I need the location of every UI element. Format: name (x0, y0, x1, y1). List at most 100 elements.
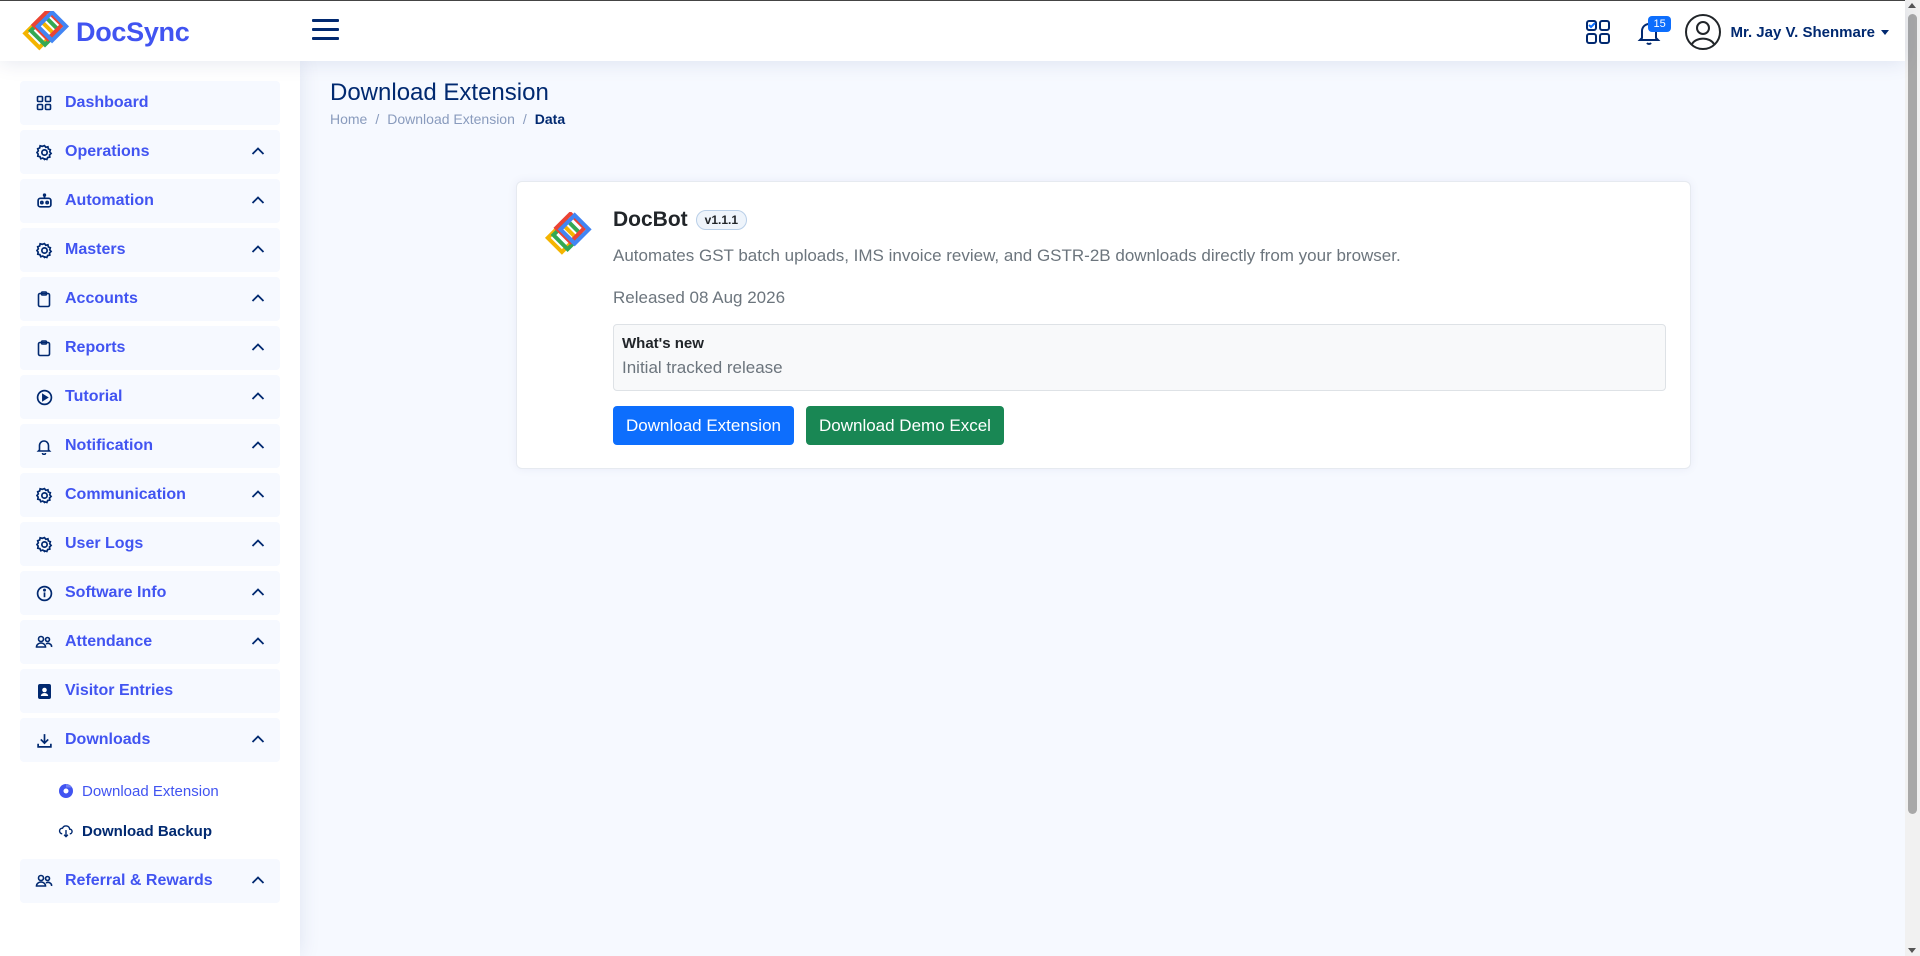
gear-icon (35, 143, 53, 161)
whats-new-box: What's new Initial tracked release (613, 324, 1666, 391)
chevron-up-icon (251, 147, 265, 155)
sidebar-item-label: Software Info (65, 584, 167, 601)
submenu-item-download-backup[interactable]: Download Backup (20, 811, 280, 851)
chevron-up-icon (251, 343, 265, 351)
gear-icon (35, 486, 53, 504)
chevron-up-icon (251, 539, 265, 547)
user-name: Mr. Jay V. Shenmare (1730, 23, 1875, 41)
sidebar-item-dashboard[interactable]: Dashboard (20, 81, 280, 125)
submenu-item-label: Download Backup (82, 822, 213, 840)
scroll-down-arrow-icon[interactable] (1908, 948, 1916, 953)
sidebar-item-tutorial[interactable]: Tutorial (20, 375, 280, 419)
sidebar-item-masters[interactable]: Masters (20, 228, 280, 272)
sidebar-item-visitor-entries[interactable]: Visitor Entries (20, 669, 280, 713)
sidebar-item-label: Downloads (65, 731, 151, 748)
chevron-down-icon (1881, 29, 1889, 35)
sidebar-item-automation[interactable]: Automation (20, 179, 280, 223)
gear-icon (35, 241, 53, 259)
breadcrumb-separator: / (375, 111, 380, 127)
badge-icon (35, 682, 53, 700)
breadcrumb-home[interactable]: Home (330, 111, 367, 127)
sidebar-item-label: Masters (65, 241, 126, 258)
top-header: DocSync 15 Mr. Jay V. Shenmare (0, 0, 1905, 61)
sidebar-item-label: Visitor Entries (65, 682, 174, 699)
chevron-up-icon (251, 735, 265, 743)
scroll-thumb[interactable] (1908, 14, 1917, 814)
apps-grid-icon[interactable] (1584, 18, 1612, 46)
brand-name: DocSync (76, 16, 190, 47)
sidebar-item-accounts[interactable]: Accounts (20, 277, 280, 321)
chevron-up-icon (251, 196, 265, 204)
docbot-logo-icon (544, 212, 592, 255)
page-title: Download Extension (330, 79, 549, 106)
info-circle-icon (35, 584, 53, 602)
people-icon (35, 872, 53, 890)
download-icon (35, 731, 53, 749)
cloud-download-icon (58, 823, 74, 839)
version-badge: v1.1.1 (695, 210, 748, 230)
chevron-up-icon (251, 490, 265, 498)
sidebar-item-label: Accounts (65, 290, 138, 307)
sidebar-item-label: Automation (65, 192, 154, 209)
bell-icon (35, 437, 53, 455)
sidebar-item-label: Referral & Rewards (65, 872, 213, 889)
submenu-item-download-extension[interactable]: Download Extension (20, 771, 280, 811)
breadcrumb-download-extension[interactable]: Download Extension (387, 111, 515, 127)
chevron-up-icon (251, 588, 265, 596)
page-scrollbar[interactable] (1905, 0, 1920, 956)
sidebar-item-label: Reports (65, 339, 126, 356)
brand-logo[interactable]: DocSync (20, 11, 190, 53)
scroll-up-arrow-icon[interactable] (1908, 3, 1916, 8)
sidebar-item-label: Notification (65, 437, 153, 454)
chevron-up-icon (251, 441, 265, 449)
user-menu[interactable]: Mr. Jay V. Shenmare (1684, 13, 1889, 51)
sidebar-item-label: Communication (65, 486, 186, 503)
grid-icon (35, 94, 53, 112)
robot-icon (35, 192, 53, 210)
submenu-item-label: Download Extension (82, 782, 219, 800)
sidebar-item-software-info[interactable]: Software Info (20, 571, 280, 615)
downloads-submenu: Download Extension Download Backup (20, 767, 280, 855)
breadcrumb-current: Data (534, 111, 566, 127)
docsync-logo-icon (22, 11, 70, 51)
whats-new-text: Initial tracked release (622, 358, 783, 377)
download-extension-button[interactable]: Download Extension (613, 406, 794, 445)
sidebar-item-reports[interactable]: Reports (20, 326, 280, 370)
sidebar-item-notification[interactable]: Notification (20, 424, 280, 468)
chevron-up-icon (251, 876, 265, 884)
sidebar-item-referral-and-rewards[interactable]: Referral & Rewards (20, 859, 280, 903)
chevron-up-icon (251, 637, 265, 645)
extension-description: Automates GST batch uploads, IMS invoice… (613, 246, 1401, 265)
sidebar-item-label: Operations (65, 143, 150, 160)
breadcrumb: Home / Download Extension / Data (330, 111, 565, 127)
gear-icon (35, 535, 53, 553)
sidebar-item-downloads[interactable]: Downloads (20, 718, 280, 762)
clipboard-icon (35, 290, 53, 308)
chevron-up-icon (251, 245, 265, 253)
extension-card: DocBot v1.1.1 Automates GST batch upload… (516, 181, 1691, 469)
clipboard-icon (35, 339, 53, 357)
sidebar-item-operations[interactable]: Operations (20, 130, 280, 174)
notifications-button[interactable]: 15 (1636, 16, 1671, 46)
extension-name: DocBot (613, 208, 688, 231)
sidebar-item-attendance[interactable]: Attendance (20, 620, 280, 664)
play-circle-icon (35, 388, 53, 406)
sidebar: Dashboard Operations Automation Masters … (0, 61, 300, 956)
chevron-up-icon (251, 392, 265, 400)
whats-new-title: What's new (622, 335, 704, 352)
sidebar-item-communication[interactable]: Communication (20, 473, 280, 517)
sidebar-item-label: Attendance (65, 633, 153, 650)
chevron-up-icon (251, 294, 265, 302)
sidebar-item-label: Dashboard (65, 94, 149, 111)
breadcrumb-separator: / (522, 111, 527, 127)
sidebar-item-label: User Logs (65, 535, 144, 552)
sidebar-item-label: Tutorial (65, 388, 123, 405)
browser-icon (58, 783, 74, 799)
notification-count-badge: 15 (1648, 16, 1671, 32)
sidebar-item-user-logs[interactable]: User Logs (20, 522, 280, 566)
download-demo-excel-button[interactable]: Download Demo Excel (805, 406, 1004, 445)
main-content: Download Extension Home / Download Exten… (300, 61, 1905, 956)
people-icon (35, 633, 53, 651)
sidebar-toggle-button[interactable] (312, 19, 339, 43)
release-date: Released 08 Aug 2026 (613, 288, 786, 307)
